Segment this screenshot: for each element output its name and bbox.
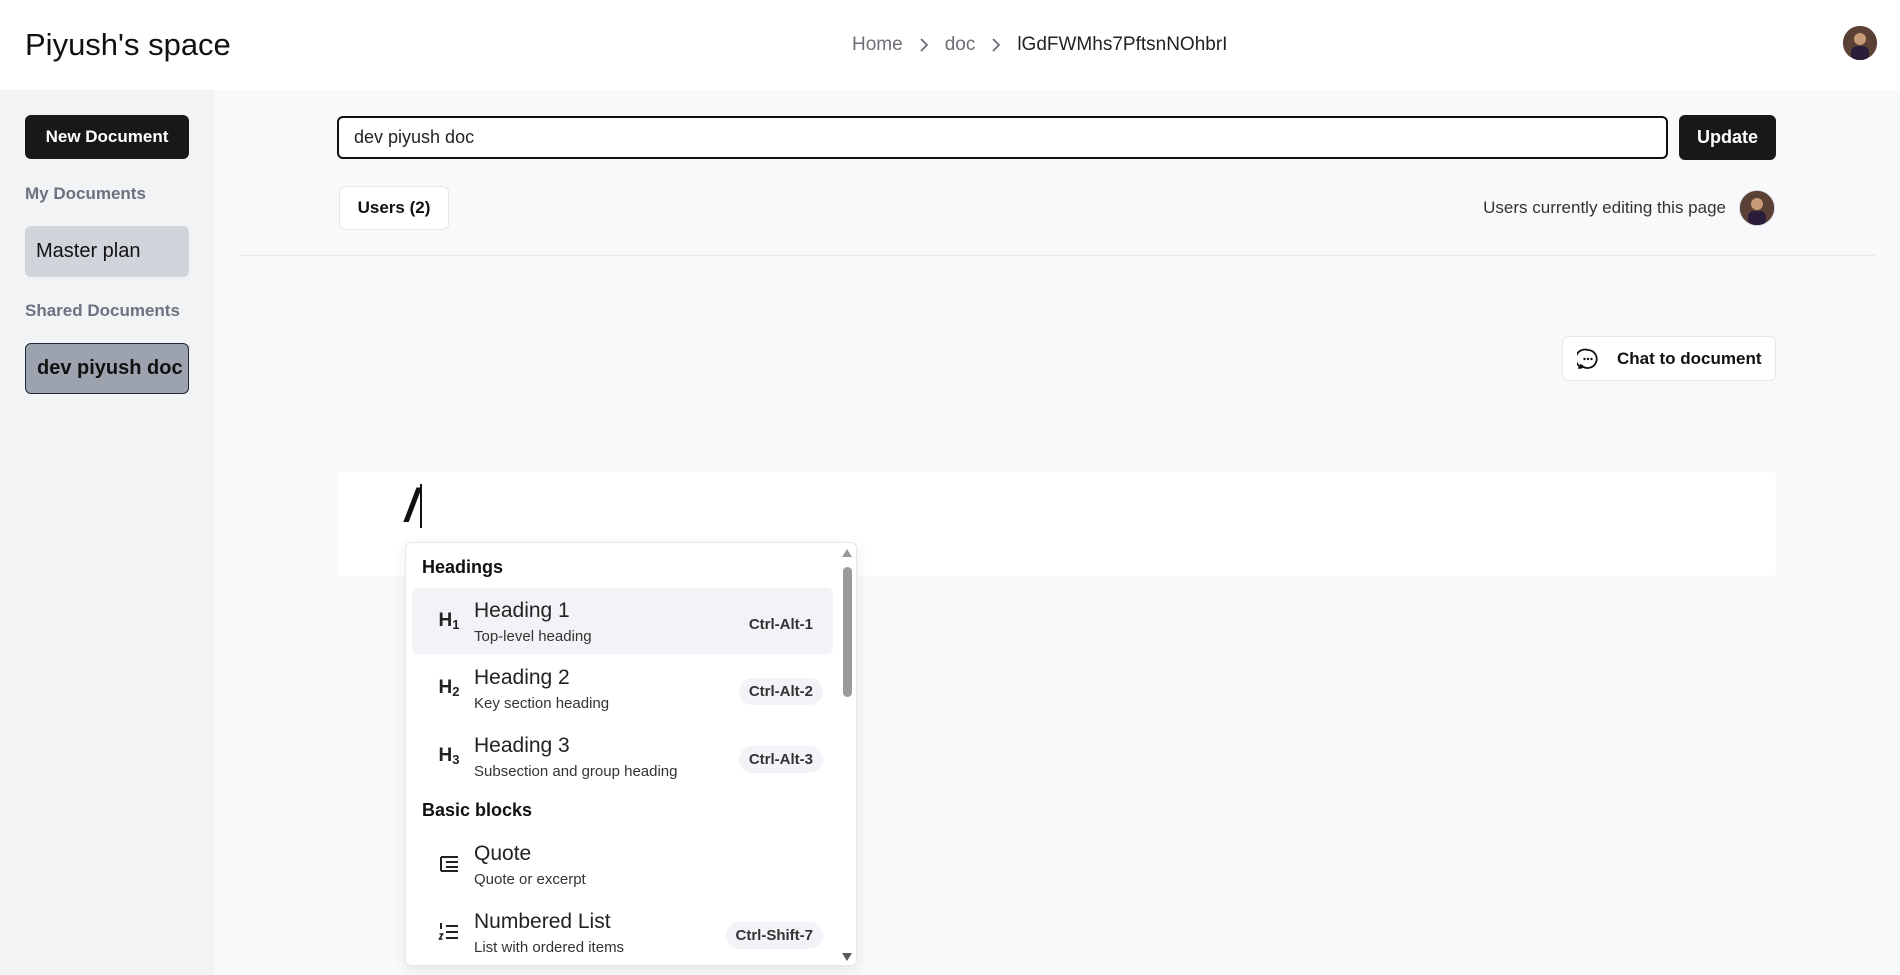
- update-button[interactable]: Update: [1679, 115, 1776, 160]
- menu-item-subtitle: Key section heading: [474, 695, 610, 712]
- divider: [239, 255, 1875, 256]
- shortcut-badge: Ctrl-Alt-3: [738, 746, 823, 773]
- menu-item-title: Heading 1: [474, 599, 570, 622]
- menu-item-title: Heading 2: [474, 666, 570, 689]
- text-caret: [420, 484, 422, 528]
- menu-item-subtitle: Top-level heading: [474, 628, 592, 645]
- heading-1-icon: H1: [438, 610, 460, 632]
- chevron-right-icon: [919, 38, 929, 52]
- sidebar-item-dev-piyush-doc[interactable]: dev piyush doc: [25, 343, 189, 394]
- menu-item-title: Heading 3: [474, 734, 570, 757]
- chat-to-document-button[interactable]: Chat to document: [1562, 336, 1776, 381]
- scroll-down-arrow-icon[interactable]: [841, 951, 853, 963]
- menu-item-subtitle: Subsection and group heading: [474, 763, 678, 780]
- menu-item-title: Quote: [474, 842, 532, 865]
- editing-users-label: Users currently editing this page: [1483, 198, 1726, 217]
- breadcrumb-current: lGdFWMhs7PftsnNOhbrI: [1017, 34, 1228, 55]
- menu-item-title: Numbered List: [474, 910, 611, 933]
- users-button[interactable]: Users (2): [339, 186, 449, 230]
- app-title: Piyush's space: [25, 27, 231, 62]
- quote-icon: [436, 853, 462, 875]
- heading-3-icon: H3: [438, 745, 460, 767]
- shared-documents-heading: Shared Documents: [25, 301, 180, 320]
- chat-to-document-label: Chat to document: [1617, 348, 1762, 368]
- my-documents-heading: My Documents: [25, 184, 146, 203]
- chat-icon: [1577, 348, 1599, 370]
- breadcrumb: Home doc lGdFWMhs7PftsnNOhbrI: [852, 34, 1227, 56]
- menu-group-headings: Headings: [422, 557, 504, 577]
- menu-group-basic-blocks: Basic blocks: [422, 800, 533, 820]
- scroll-up-arrow-icon[interactable]: [841, 547, 853, 559]
- menu-item-subtitle: Quote or excerpt: [474, 871, 586, 888]
- shortcut-badge: Ctrl-Shift-7: [725, 922, 823, 949]
- shortcut-badge: Ctrl-Alt-1: [748, 616, 813, 633]
- document-title-input[interactable]: dev piyush doc: [337, 116, 1668, 159]
- menu-item-heading-1[interactable]: H1 Heading 1 Top-level heading Ctrl-Alt-…: [412, 588, 833, 654]
- menu-item-heading-3[interactable]: H3 Heading 3 Subsection and group headin…: [412, 723, 833, 789]
- menu-item-subtitle: List with ordered items: [474, 939, 625, 956]
- numbered-list-icon: [436, 921, 462, 943]
- menu-scrollbar[interactable]: [841, 547, 853, 963]
- breadcrumb-doc[interactable]: doc: [945, 34, 976, 56]
- heading-2-icon: H2: [438, 677, 460, 699]
- editor-slash-text: /: [405, 479, 418, 531]
- menu-item-heading-2[interactable]: H2 Heading 2 Key section heading Ctrl-Al…: [412, 655, 833, 721]
- menu-item-numbered-list[interactable]: Numbered List List with ordered items Ct…: [412, 899, 833, 965]
- top-header: Piyush's space Home doc lGdFWMhs7PftsnNO…: [0, 0, 1900, 90]
- slash-command-menu: Headings H1 Heading 1 Top-level heading …: [405, 542, 857, 966]
- sidebar: New Document My Documents Master plan Sh…: [0, 90, 214, 975]
- sidebar-item-master-plan[interactable]: Master plan: [25, 226, 189, 277]
- scrollbar-thumb[interactable]: [843, 567, 852, 697]
- menu-item-quote[interactable]: Quote Quote or excerpt: [412, 831, 833, 897]
- breadcrumb-home[interactable]: Home: [852, 34, 903, 56]
- editing-user-avatar[interactable]: [1739, 190, 1775, 226]
- shortcut-badge: Ctrl-Alt-2: [738, 678, 823, 705]
- new-document-button[interactable]: New Document: [25, 115, 189, 159]
- chevron-right-icon: [991, 38, 1001, 52]
- user-avatar[interactable]: [1843, 26, 1877, 60]
